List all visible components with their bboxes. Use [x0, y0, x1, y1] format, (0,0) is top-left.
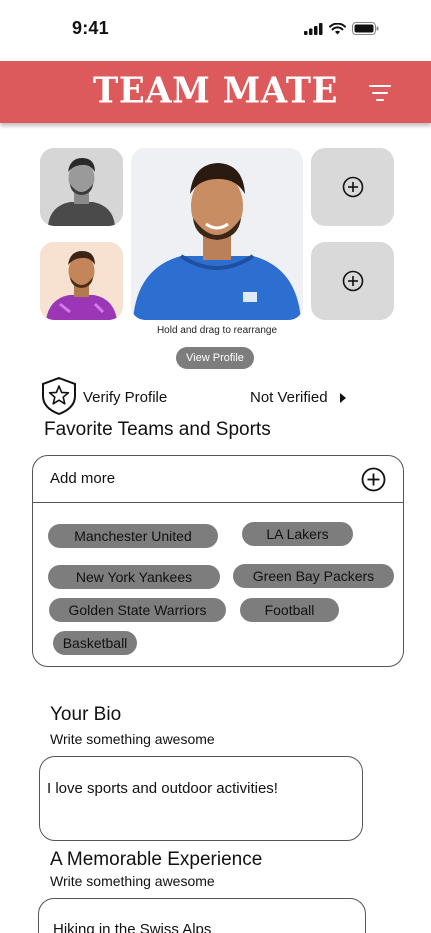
favorites-title: Favorite Teams and Sports: [44, 419, 271, 440]
team-chip[interactable]: Green Bay Packers: [233, 564, 394, 588]
profile-photo-3[interactable]: [40, 242, 123, 320]
favorite-teams-box: Add more Manchester United LA Lakers New…: [32, 455, 404, 667]
battery-icon: [352, 22, 379, 35]
filter-menu-button[interactable]: [369, 83, 391, 103]
add-team-button[interactable]: [361, 467, 386, 492]
view-profile-button[interactable]: View Profile: [176, 347, 254, 369]
plus-circle-icon: [342, 270, 363, 292]
chevron-right-icon: [340, 393, 346, 403]
bio-subtitle: Write something awesome: [50, 731, 215, 747]
verification-status: Not Verified: [250, 389, 328, 406]
plus-circle-icon: [361, 467, 386, 492]
team-chip[interactable]: Basketball: [53, 631, 137, 655]
person-photo-purple-jersey: [40, 242, 123, 320]
experience-subtitle: Write something awesome: [50, 873, 215, 889]
app-header: TEAM MATE: [0, 61, 431, 123]
rearrange-hint: Hold and drag to rearrange: [156, 325, 278, 336]
filter-icon: [369, 85, 391, 101]
experience-title: A Memorable Experience: [50, 849, 263, 870]
team-chip[interactable]: Manchester United: [48, 524, 218, 548]
status-time: 9:41: [72, 18, 109, 38]
add-photo-slot-2[interactable]: [311, 242, 394, 320]
profile-photo-main[interactable]: [131, 148, 303, 320]
team-chip[interactable]: Football: [240, 598, 339, 622]
person-photo-grayscale: [40, 148, 123, 226]
bio-textarea[interactable]: I love sports and outdoor activities!: [39, 756, 363, 841]
team-chip[interactable]: Golden State Warriors: [49, 598, 226, 622]
shield-star-icon: [42, 376, 76, 416]
team-chip[interactable]: New York Yankees: [48, 565, 220, 589]
team-chip[interactable]: LA Lakers: [242, 522, 353, 546]
verify-profile-label: Verify Profile: [83, 389, 168, 406]
app-title: TEAM MATE: [93, 70, 338, 112]
person-photo-blue-jersey: [131, 148, 303, 320]
bio-title: Your Bio: [50, 704, 122, 725]
signal-icon: [304, 22, 323, 35]
status-icons: [304, 22, 379, 35]
add-photo-slot-1[interactable]: [311, 148, 394, 226]
wifi-icon: [329, 22, 346, 34]
experience-textarea[interactable]: Hiking in the Swiss Alps: [38, 898, 366, 933]
add-more-label: Add more: [50, 470, 116, 487]
profile-photo-2[interactable]: [40, 148, 123, 226]
plus-circle-icon: [342, 176, 363, 198]
add-more-row: Add more: [33, 456, 403, 503]
status-bar: 9:41: [0, 0, 431, 60]
verify-profile-row[interactable]: Verify Profile Not Verified: [40, 376, 360, 416]
